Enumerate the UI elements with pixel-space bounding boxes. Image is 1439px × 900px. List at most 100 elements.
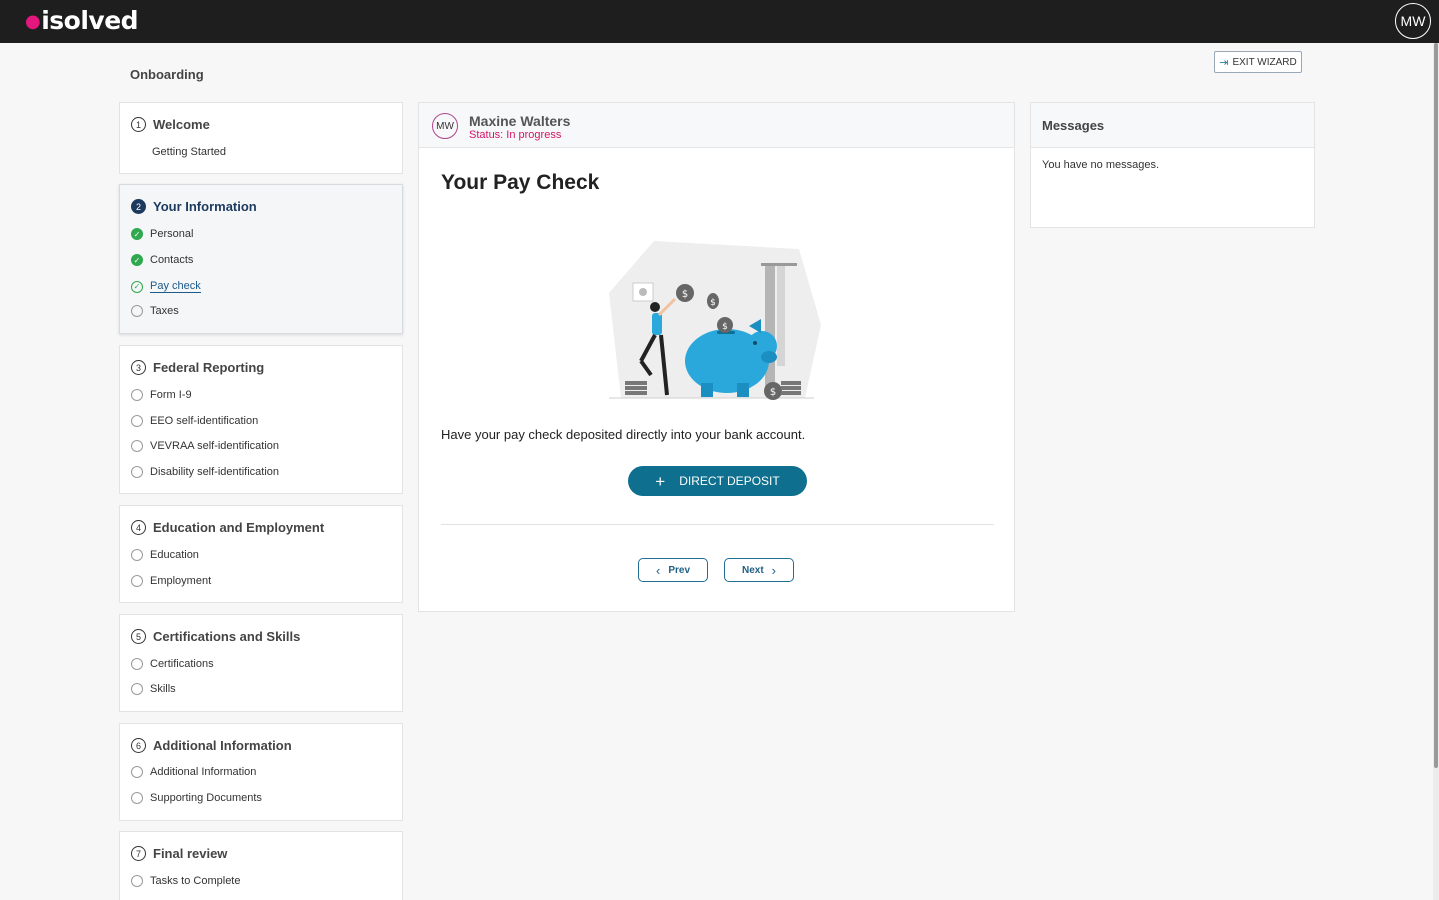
svg-text:$: $ (770, 387, 776, 398)
step-item-label: EEO self-identification (150, 415, 259, 427)
step-item-label: Contacts (150, 254, 194, 266)
empty-circle-icon (131, 792, 143, 804)
svg-text:$: $ (682, 289, 688, 300)
exit-wizard-button[interactable]: ⇥ EXIT WIZARD (1214, 51, 1302, 73)
exit-wizard-label: EXIT WIZARD (1232, 56, 1297, 68)
step-item-employment[interactable]: Employment (131, 575, 211, 587)
empty-circle-icon (131, 658, 143, 670)
messages-title: Messages (1042, 118, 1105, 133)
step-item-skills[interactable]: Skills (131, 683, 176, 695)
step-card-federal-reporting: 3 Federal Reporting Form I-9 EEO self-id… (119, 345, 403, 494)
step-item-supporting-documents[interactable]: Supporting Documents (131, 792, 262, 804)
messages-header: Messages (1031, 103, 1314, 148)
step-header[interactable]: 6 Additional Information (131, 738, 292, 753)
step-item-pay-check[interactable]: ✓ Pay check (131, 280, 201, 293)
step-header[interactable]: 5 Certifications and Skills (131, 629, 300, 644)
logo-text: isolved (41, 6, 139, 35)
step-title: Welcome (153, 117, 210, 132)
step-header[interactable]: 7 Final review (131, 846, 227, 861)
step-item-label: Skills (150, 683, 176, 695)
step-title: Federal Reporting (153, 360, 265, 375)
step-item-label: Employment (150, 575, 212, 587)
step-title: Additional Information (153, 738, 292, 753)
step-header[interactable]: 1 Welcome (131, 117, 210, 132)
step-number: 5 (131, 629, 146, 644)
employee-header: MW Maxine Walters Status: In progress (419, 103, 1014, 148)
step-card-certifications-skills: 5 Certifications and Skills Certificatio… (119, 614, 403, 712)
user-avatar-menu[interactable]: MW (1395, 3, 1431, 39)
step-item-contacts[interactable]: ✓ Contacts (131, 254, 193, 266)
step-item-education[interactable]: Education (131, 549, 199, 561)
employee-status: Status: In progress (469, 129, 562, 141)
step-header[interactable]: 4 Education and Employment (131, 520, 324, 535)
employee-name: Maxine Walters (469, 113, 571, 129)
step-item-label: Additional Information (150, 766, 257, 778)
step-item-personal[interactable]: ✓ Personal (131, 228, 193, 240)
step-item-label: Certifications (150, 658, 214, 670)
prev-label: Prev (668, 564, 691, 576)
empty-circle-icon (131, 766, 143, 778)
step-item-disability[interactable]: Disability self-identification (131, 466, 279, 478)
page-title: Onboarding (130, 67, 204, 82)
empty-circle-icon (131, 305, 143, 317)
step-title: Your Information (153, 199, 257, 214)
step-title: Education and Employment (153, 520, 325, 535)
step-item-eeo[interactable]: EEO self-identification (131, 415, 258, 427)
step-item-taxes[interactable]: Taxes (131, 305, 179, 317)
check-complete-icon: ✓ (131, 228, 143, 240)
page-scrollbar[interactable] (1433, 43, 1439, 900)
step-item-label: Disability self-identification (150, 466, 279, 478)
step-number: 1 (131, 117, 146, 132)
step-header[interactable]: 2 Your Information (131, 199, 257, 214)
step-item-label: Getting Started (152, 146, 226, 158)
step-number: 2 (131, 199, 146, 214)
isolved-logo[interactable]: ●isolved (25, 6, 139, 35)
step-number: 7 (131, 846, 146, 861)
step-card-education-employment: 4 Education and Employment Education Emp… (119, 505, 403, 603)
step-card-welcome: 1 Welcome Getting Started (119, 102, 403, 174)
step-title: Certifications and Skills (153, 629, 301, 644)
messages-empty-text: You have no messages. (1042, 159, 1160, 171)
step-item-getting-started[interactable]: Getting Started (152, 146, 226, 158)
step-item-label: Personal (150, 228, 194, 240)
step-item-tasks-to-complete[interactable]: Tasks to Complete (131, 875, 240, 887)
step-item-vevraa[interactable]: VEVRAA self-identification (131, 440, 279, 452)
exit-icon: ⇥ (1219, 56, 1229, 69)
empty-circle-icon (131, 466, 143, 478)
step-header[interactable]: 3 Federal Reporting (131, 360, 264, 375)
prev-button[interactable]: ‹ Prev (638, 558, 708, 582)
chevron-right-icon: › (771, 562, 777, 578)
step-item-label: Supporting Documents (150, 792, 262, 804)
check-outline-icon: ✓ (131, 280, 143, 293)
logo-dot-icon: ● (25, 11, 41, 32)
employee-avatar: MW (432, 113, 458, 139)
step-item-label: Tasks to Complete (150, 875, 241, 887)
step-title: Final review (153, 846, 228, 861)
step-item-form-i9[interactable]: Form I-9 (131, 389, 192, 401)
direct-deposit-button[interactable]: + DIRECT DEPOSIT (628, 466, 807, 496)
step-item-label: Pay check (150, 280, 201, 293)
svg-text:$: $ (722, 322, 728, 332)
step-card-final-review: 7 Final review Tasks to Complete (119, 831, 403, 900)
empty-circle-icon (131, 875, 143, 887)
chevron-left-icon: ‹ (655, 562, 661, 578)
step-item-label: Education (150, 549, 199, 561)
pay-check-description: Have your pay check deposited directly i… (441, 427, 806, 442)
step-item-additional-information[interactable]: Additional Information (131, 766, 256, 778)
empty-circle-icon (131, 549, 143, 561)
step-number: 6 (131, 738, 146, 753)
check-complete-icon: ✓ (131, 254, 143, 266)
step-card-your-information: 2 Your Information ✓ Personal ✓ Contacts ✓… (119, 184, 403, 334)
empty-circle-icon (131, 683, 143, 695)
next-button[interactable]: Next › (724, 558, 794, 582)
direct-deposit-label: DIRECT DEPOSIT (679, 474, 780, 488)
scrollbar-thumb[interactable] (1434, 43, 1438, 768)
step-item-label: Taxes (150, 305, 179, 317)
plus-icon: + (655, 471, 666, 491)
step-number: 4 (131, 520, 146, 535)
empty-circle-icon (131, 440, 143, 452)
section-title: Your Pay Check (441, 171, 600, 194)
step-item-certifications[interactable]: Certifications (131, 658, 214, 670)
divider (441, 524, 994, 525)
step-item-label: VEVRAA self-identification (150, 440, 280, 452)
